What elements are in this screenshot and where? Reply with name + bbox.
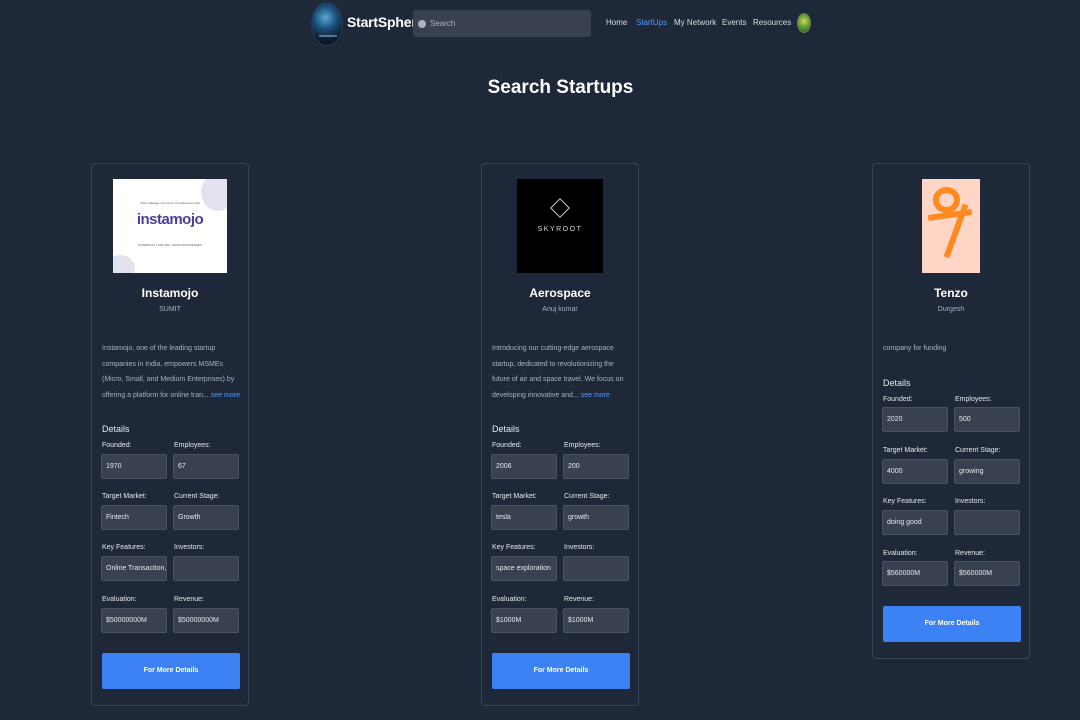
- startup-founder: Anuj kumar: [542, 306, 578, 313]
- revenue-field[interactable]: $1000M: [563, 608, 629, 633]
- description-text: company for funding: [883, 345, 947, 352]
- logo-tagline: Start, Manage, and Grow Your Business wi…: [140, 201, 200, 205]
- founded-label: Founded:: [492, 442, 522, 449]
- logo-wordmark: instamojo: [136, 211, 204, 228]
- page-title: Search Startups: [487, 77, 634, 98]
- user-avatar-icon[interactable]: [797, 13, 811, 33]
- revenue-label: Revenue:: [174, 596, 204, 603]
- nav-link-my-network[interactable]: My Network: [674, 18, 716, 27]
- logo-subline: POWERING 1,500,000+ INDIAN BUSINESSES: [138, 243, 202, 247]
- see-more-link[interactable]: see more: [581, 392, 610, 399]
- more-details-button[interactable]: For More Details: [492, 653, 630, 689]
- current-stage-field[interactable]: growing: [954, 459, 1020, 484]
- investors-field[interactable]: [563, 556, 629, 581]
- see-more-link[interactable]: see more: [211, 392, 240, 399]
- tenzo-logo-icon: [922, 179, 980, 273]
- employees-label: Employees:: [955, 396, 992, 403]
- investors-label: Investors:: [564, 544, 595, 551]
- startup-card-instamojo: Start, Manage, and Grow Your Business wi…: [91, 163, 249, 706]
- startup-card-aerospace: SKYROOT Aerospace Anuj kumar Introducing…: [481, 163, 639, 706]
- navbar: StartSphere Home StartUps My Network Eve…: [0, 0, 1080, 48]
- revenue-label: Revenue:: [955, 550, 985, 557]
- description-text: Introducing our cutting-edge aerospace s…: [492, 345, 624, 400]
- startup-description: Introducing our cutting-edge aerospace s…: [492, 341, 632, 404]
- founded-field[interactable]: 2020: [882, 407, 948, 432]
- startup-founder: Durgesh: [937, 306, 965, 313]
- evaluation-label: Evaluation:: [883, 550, 918, 557]
- investors-field[interactable]: [173, 556, 239, 581]
- current-stage-label: Current Stage:: [955, 447, 1001, 454]
- employees-label: Employees:: [174, 442, 211, 449]
- evaluation-label: Evaluation:: [492, 596, 527, 603]
- search-icon: [418, 19, 426, 28]
- founded-label: Founded:: [102, 442, 132, 449]
- founded-field[interactable]: 1970: [101, 454, 167, 479]
- skyroot-mark-icon: [550, 198, 570, 218]
- evaluation-label: Evaluation:: [102, 596, 137, 603]
- details-heading: Details: [102, 424, 130, 434]
- nav-link-home[interactable]: Home: [606, 18, 627, 27]
- search-input[interactable]: [430, 19, 591, 28]
- evaluation-field[interactable]: $560000M: [882, 561, 948, 586]
- target-market-label: Target Market:: [102, 493, 147, 500]
- target-market-field[interactable]: Fintech: [101, 505, 167, 530]
- investors-label: Investors:: [955, 498, 986, 505]
- search-bar[interactable]: [413, 10, 591, 37]
- key-features-label: Key Features:: [102, 544, 146, 551]
- more-details-button[interactable]: For More Details: [102, 653, 240, 689]
- target-market-field[interactable]: 4000: [882, 459, 948, 484]
- evaluation-field[interactable]: $1000M: [491, 608, 557, 633]
- investors-field[interactable]: [954, 510, 1020, 535]
- current-stage-field[interactable]: Growth: [173, 505, 239, 530]
- nav-link-startups[interactable]: StartUps: [636, 18, 667, 27]
- key-features-field[interactable]: Online Transaction, Pay: [101, 556, 167, 581]
- employees-field[interactable]: 500: [954, 407, 1020, 432]
- founded-label: Founded:: [883, 396, 913, 403]
- employees-field[interactable]: 200: [563, 454, 629, 479]
- details-heading: Details: [492, 424, 520, 434]
- startup-name: Tenzo: [934, 286, 968, 300]
- startsphere-logo-icon[interactable]: [311, 2, 343, 46]
- more-details-button[interactable]: For More Details: [883, 606, 1021, 642]
- revenue-field[interactable]: $50000000M: [173, 608, 239, 633]
- key-features-field[interactable]: space exploration: [491, 556, 557, 581]
- target-market-label: Target Market:: [883, 447, 928, 454]
- startup-name: Instamojo: [141, 286, 199, 300]
- key-features-label: Key Features:: [492, 544, 536, 551]
- nav-link-events[interactable]: Events: [722, 18, 746, 27]
- startup-card-tenzo: Tenzo Durgesh company for funding Detail…: [872, 163, 1030, 659]
- target-market-field[interactable]: tesla: [491, 505, 557, 530]
- current-stage-label: Current Stage:: [174, 493, 220, 500]
- description-text: Instamojo, one of the leading startup co…: [102, 345, 235, 400]
- investors-label: Investors:: [174, 544, 205, 551]
- evaluation-field[interactable]: $50000000M: [101, 608, 167, 633]
- startup-description: Instamojo, one of the leading startup co…: [102, 341, 242, 404]
- current-stage-field[interactable]: growth: [563, 505, 629, 530]
- employees-field[interactable]: 67: [173, 454, 239, 479]
- revenue-label: Revenue:: [564, 596, 594, 603]
- startup-founder: SUMIT: [159, 306, 181, 313]
- revenue-field[interactable]: $560000M: [954, 561, 1020, 586]
- key-features-field[interactable]: doing good: [882, 510, 948, 535]
- startup-name: Aerospace: [529, 286, 591, 300]
- current-stage-label: Current Stage:: [564, 493, 610, 500]
- nav-link-resources[interactable]: Resources: [753, 18, 791, 27]
- startup-logo-image: SKYROOT: [517, 179, 603, 273]
- founded-field[interactable]: 2006: [491, 454, 557, 479]
- key-features-label: Key Features:: [883, 498, 927, 505]
- startup-description: company for funding: [883, 341, 1023, 357]
- startup-logo-image: [922, 179, 980, 273]
- startup-logo-image: Start, Manage, and Grow Your Business wi…: [113, 179, 227, 273]
- details-heading: Details: [883, 378, 911, 388]
- logo-wordmark: SKYROOT: [537, 226, 583, 233]
- target-market-label: Target Market:: [492, 493, 537, 500]
- employees-label: Employees:: [564, 442, 601, 449]
